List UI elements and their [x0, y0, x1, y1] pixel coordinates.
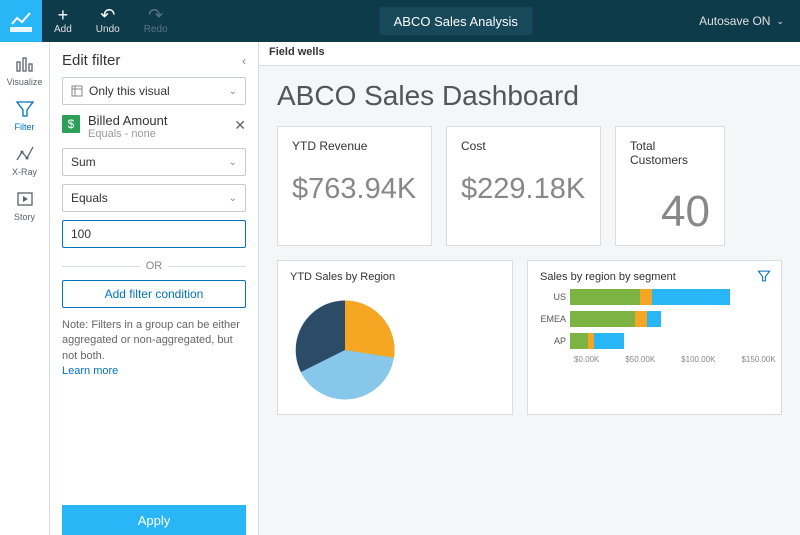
or-label: OR	[146, 260, 163, 272]
chevron-down-icon: ⌄	[229, 86, 237, 97]
redo-button: ↷ Redo	[132, 0, 180, 42]
learn-more-link[interactable]: Learn more	[62, 365, 118, 377]
kpi-value: $229.18K	[461, 173, 586, 206]
app-logo[interactable]	[0, 0, 42, 42]
panel-title: Edit filter	[62, 52, 120, 69]
add-label: Add	[54, 24, 72, 35]
chart-title: YTD Sales by Region	[290, 271, 500, 283]
rail-story-label: Story	[14, 212, 35, 222]
chart-sales-region-segment[interactable]: Sales by region by segment US EMEA AP $0…	[527, 260, 782, 415]
chart-title: Sales by region by segment	[540, 271, 769, 283]
kpi-card-revenue[interactable]: YTD Revenue $763.94K	[277, 126, 432, 246]
bar-label: EMEA	[540, 314, 570, 324]
kpi-label: Total Customers	[630, 139, 710, 167]
close-icon[interactable]: ✕	[234, 117, 246, 134]
rail-visualize[interactable]: Visualize	[0, 48, 49, 93]
kpi-card-customers[interactable]: Total Customers 40	[615, 126, 725, 246]
field-wells-bar[interactable]: Field wells	[259, 42, 800, 66]
note-text: Note: Filters in a group can be either a…	[62, 319, 240, 362]
axis-tick: $50.00K	[625, 355, 655, 364]
redo-label: Redo	[144, 24, 168, 35]
chevron-down-icon: ⌄	[229, 193, 237, 204]
funnel-icon	[15, 99, 35, 119]
rail-visualize-label: Visualize	[7, 77, 43, 87]
xray-icon	[15, 144, 35, 164]
filter-value-input[interactable]	[62, 220, 246, 248]
filter-note: Note: Filters in a group can be either a…	[62, 318, 246, 380]
autosave-label: Autosave ON	[699, 14, 770, 28]
undo-icon: ↶	[100, 8, 115, 22]
axis-tick: $0.00K	[574, 355, 599, 364]
chevron-down-icon: ⌄	[229, 157, 237, 168]
filter-panel: Edit filter ‹ Only this visual ⌄ $ Bille…	[50, 42, 259, 535]
axis-tick: $150.00K	[741, 355, 775, 364]
filter-field-name: Billed Amount	[88, 113, 168, 128]
kpi-label: YTD Revenue	[292, 139, 417, 153]
plus-icon: +	[58, 8, 69, 22]
bar-label: US	[540, 292, 570, 302]
rail-filter[interactable]: Filter	[0, 93, 49, 138]
add-button[interactable]: + Add	[42, 0, 84, 42]
comparator-select[interactable]: Equals ⌄	[62, 184, 246, 212]
redo-icon: ↷	[148, 8, 163, 22]
comparator-value: Equals	[71, 191, 108, 205]
kpi-label: Cost	[461, 139, 586, 153]
analysis-title[interactable]: ABCO Sales Analysis	[380, 7, 532, 35]
kpi-value: $763.94K	[292, 173, 417, 206]
stacked-bar-chart: US EMEA AP $0.00K $50.00K $100.00K $150.…	[540, 289, 769, 364]
back-chevron-icon[interactable]: ‹	[242, 54, 246, 68]
funnel-icon[interactable]	[757, 269, 771, 283]
pie-chart-icon	[290, 295, 400, 405]
or-divider: OR	[62, 260, 246, 272]
axis-tick: $100.00K	[681, 355, 715, 364]
kpi-value: 40	[630, 187, 710, 237]
rail-xray-label: X-Ray	[12, 167, 37, 177]
filter-field-row: $ Billed Amount Equals - none ✕	[62, 113, 246, 140]
chart-ytd-sales-region[interactable]: YTD Sales by Region	[277, 260, 513, 415]
add-filter-condition-button[interactable]: Add filter condition	[62, 280, 246, 308]
scope-label: Only this visual	[89, 84, 170, 98]
filter-scope-select[interactable]: Only this visual ⌄	[62, 77, 246, 105]
rail-xray[interactable]: X-Ray	[0, 138, 49, 183]
bar-label: AP	[540, 336, 570, 346]
rail-filter-label: Filter	[15, 122, 35, 132]
apply-button[interactable]: Apply	[62, 505, 246, 535]
kpi-card-cost[interactable]: Cost $229.18K	[446, 126, 601, 246]
undo-button[interactable]: ↶ Undo	[84, 0, 132, 42]
rail-story[interactable]: Story	[0, 183, 49, 228]
dashboard-title: ABCO Sales Dashboard	[277, 80, 782, 112]
left-rail: Visualize Filter X-Ray Story	[0, 42, 50, 535]
aggregation-select[interactable]: Sum ⌄	[62, 148, 246, 176]
aggregation-value: Sum	[71, 155, 96, 169]
autosave-toggle[interactable]: Autosave ON ⌄	[699, 14, 784, 28]
sheet-icon	[71, 85, 83, 97]
chevron-down-icon: ⌄	[776, 16, 784, 27]
story-icon	[15, 189, 35, 209]
bar-chart-icon	[15, 54, 35, 74]
filter-field-sub: Equals - none	[88, 128, 168, 140]
undo-label: Undo	[96, 24, 120, 35]
dollar-icon: $	[62, 115, 80, 133]
top-toolbar: + Add ↶ Undo ↷ Redo ABCO Sales Analysis …	[0, 0, 800, 42]
dashboard-area: Field wells ABCO Sales Dashboard YTD Rev…	[259, 42, 800, 535]
